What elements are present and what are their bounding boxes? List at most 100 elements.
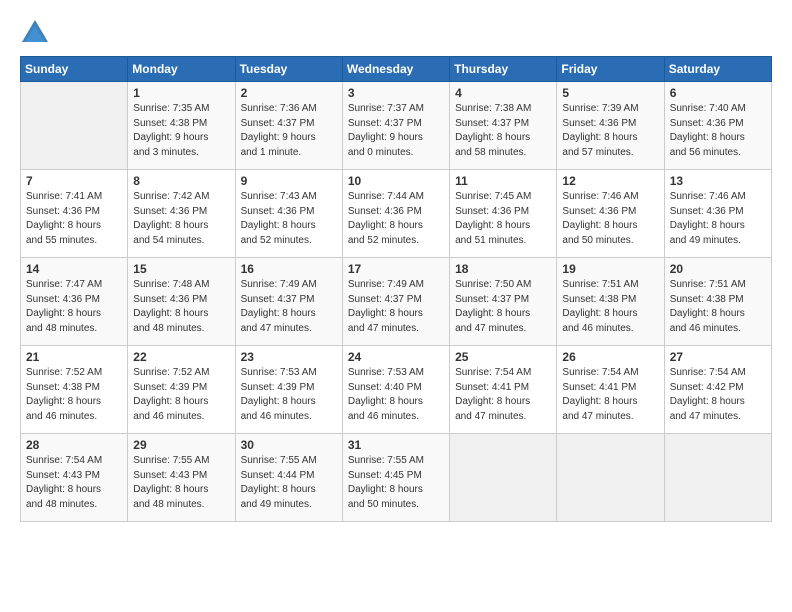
calendar-cell (450, 434, 557, 522)
day-number: 17 (348, 262, 444, 276)
day-number: 19 (562, 262, 658, 276)
calendar-cell (557, 434, 664, 522)
calendar-week-row: 7 Sunrise: 7:41 AM Sunset: 4:36 PM Daylig… (21, 170, 772, 258)
calendar-cell: 25 Sunrise: 7:54 AM Sunset: 4:41 PM Dayli… (450, 346, 557, 434)
calendar-cell: 28Sunrise: 7:54 AM Sunset: 4:43 PM Dayli… (21, 434, 128, 522)
calendar-week-row: 1Sunrise: 7:35 AM Sunset: 4:38 PM Daylig… (21, 82, 772, 170)
weekday-header-sunday: Sunday (21, 57, 128, 82)
weekday-header-friday: Friday (557, 57, 664, 82)
day-number: 3 (348, 86, 444, 100)
day-number: 15 (133, 262, 229, 276)
day-info: Sunrise: 7:46 AM Sunset: 4:36 PM Dayligh… (562, 190, 658, 248)
day-number: 20 (670, 262, 766, 276)
day-number: 8 (133, 174, 229, 188)
day-number: 28 (26, 438, 122, 452)
calendar-cell: 8 Sunrise: 7:42 AM Sunset: 4:36 PM Daylig… (128, 170, 235, 258)
day-number: 2 (241, 86, 337, 100)
calendar-week-row: 28Sunrise: 7:54 AM Sunset: 4:43 PM Dayli… (21, 434, 772, 522)
calendar-cell: 7 Sunrise: 7:41 AM Sunset: 4:36 PM Daylig… (21, 170, 128, 258)
calendar-cell: 29Sunrise: 7:55 AM Sunset: 4:43 PM Dayli… (128, 434, 235, 522)
calendar-cell: 23 Sunrise: 7:53 AM Sunset: 4:39 PM Dayli… (235, 346, 342, 434)
calendar-cell: 6Sunrise: 7:40 AM Sunset: 4:36 PM Daylig… (664, 82, 771, 170)
day-info: Sunrise: 7:39 AM Sunset: 4:36 PM Dayligh… (562, 102, 658, 160)
day-info: Sunrise: 7:45 AM Sunset: 4:36 PM Dayligh… (455, 190, 551, 248)
weekday-header-tuesday: Tuesday (235, 57, 342, 82)
day-info: Sunrise: 7:41 AM Sunset: 4:36 PM Dayligh… (26, 190, 122, 248)
day-info: Sunrise: 7:53 AM Sunset: 4:40 PM Dayligh… (348, 366, 444, 424)
day-number: 21 (26, 350, 122, 364)
calendar-cell: 3 Sunrise: 7:37 AM Sunset: 4:37 PM Daylig… (342, 82, 449, 170)
day-info: Sunrise: 7:54 AM Sunset: 4:41 PM Dayligh… (562, 366, 658, 424)
calendar-cell: 27 Sunrise: 7:54 AM Sunset: 4:42 PM Dayli… (664, 346, 771, 434)
day-number: 16 (241, 262, 337, 276)
calendar-cell: 10Sunrise: 7:44 AM Sunset: 4:36 PM Dayli… (342, 170, 449, 258)
day-number: 11 (455, 174, 551, 188)
calendar-cell (21, 82, 128, 170)
calendar-cell: 15Sunrise: 7:48 AM Sunset: 4:36 PM Dayli… (128, 258, 235, 346)
day-number: 13 (670, 174, 766, 188)
day-number: 27 (670, 350, 766, 364)
weekday-header-monday: Monday (128, 57, 235, 82)
calendar-cell: 5Sunrise: 7:39 AM Sunset: 4:36 PM Daylig… (557, 82, 664, 170)
calendar-cell: 2 Sunrise: 7:36 AM Sunset: 4:37 PM Daylig… (235, 82, 342, 170)
header (20, 18, 772, 46)
calendar-cell: 19 Sunrise: 7:51 AM Sunset: 4:38 PM Dayli… (557, 258, 664, 346)
calendar-cell: 17 Sunrise: 7:49 AM Sunset: 4:37 PM Dayli… (342, 258, 449, 346)
day-number: 14 (26, 262, 122, 276)
calendar-cell: 22 Sunrise: 7:52 AM Sunset: 4:39 PM Dayli… (128, 346, 235, 434)
calendar-cell: 31 Sunrise: 7:55 AM Sunset: 4:45 PM Dayli… (342, 434, 449, 522)
weekday-header-thursday: Thursday (450, 57, 557, 82)
calendar-cell (664, 434, 771, 522)
weekday-header-row: SundayMondayTuesdayWednesdayThursdayFrid… (21, 57, 772, 82)
calendar-cell: 14 Sunrise: 7:47 AM Sunset: 4:36 PM Dayli… (21, 258, 128, 346)
day-info: Sunrise: 7:40 AM Sunset: 4:36 PM Dayligh… (670, 102, 766, 160)
day-info: Sunrise: 7:49 AM Sunset: 4:37 PM Dayligh… (241, 278, 337, 336)
calendar-week-row: 14 Sunrise: 7:47 AM Sunset: 4:36 PM Dayli… (21, 258, 772, 346)
day-info: Sunrise: 7:43 AM Sunset: 4:36 PM Dayligh… (241, 190, 337, 248)
calendar-cell: 16 Sunrise: 7:49 AM Sunset: 4:37 PM Dayli… (235, 258, 342, 346)
day-info: Sunrise: 7:53 AM Sunset: 4:39 PM Dayligh… (241, 366, 337, 424)
day-info: Sunrise: 7:51 AM Sunset: 4:38 PM Dayligh… (670, 278, 766, 336)
calendar-cell: 21 Sunrise: 7:52 AM Sunset: 4:38 PM Dayli… (21, 346, 128, 434)
calendar-cell: 4 Sunrise: 7:38 AM Sunset: 4:37 PM Daylig… (450, 82, 557, 170)
day-info: Sunrise: 7:49 AM Sunset: 4:37 PM Dayligh… (348, 278, 444, 336)
day-info: Sunrise: 7:55 AM Sunset: 4:45 PM Dayligh… (348, 454, 444, 512)
day-info: Sunrise: 7:55 AM Sunset: 4:44 PM Dayligh… (241, 454, 337, 512)
weekday-header-wednesday: Wednesday (342, 57, 449, 82)
logo (20, 18, 54, 46)
day-number: 30 (241, 438, 337, 452)
calendar-table: SundayMondayTuesdayWednesdayThursdayFrid… (20, 56, 772, 522)
day-number: 24 (348, 350, 444, 364)
day-info: Sunrise: 7:46 AM Sunset: 4:36 PM Dayligh… (670, 190, 766, 248)
day-number: 26 (562, 350, 658, 364)
day-number: 25 (455, 350, 551, 364)
day-info: Sunrise: 7:44 AM Sunset: 4:36 PM Dayligh… (348, 190, 444, 248)
day-number: 31 (348, 438, 444, 452)
day-number: 23 (241, 350, 337, 364)
day-info: Sunrise: 7:37 AM Sunset: 4:37 PM Dayligh… (348, 102, 444, 160)
calendar-cell: 30 Sunrise: 7:55 AM Sunset: 4:44 PM Dayli… (235, 434, 342, 522)
day-number: 12 (562, 174, 658, 188)
day-info: Sunrise: 7:47 AM Sunset: 4:36 PM Dayligh… (26, 278, 122, 336)
day-info: Sunrise: 7:35 AM Sunset: 4:38 PM Dayligh… (133, 102, 229, 160)
day-number: 18 (455, 262, 551, 276)
day-number: 7 (26, 174, 122, 188)
page: SundayMondayTuesdayWednesdayThursdayFrid… (0, 0, 792, 612)
day-info: Sunrise: 7:54 AM Sunset: 4:42 PM Dayligh… (670, 366, 766, 424)
day-number: 22 (133, 350, 229, 364)
day-info: Sunrise: 7:38 AM Sunset: 4:37 PM Dayligh… (455, 102, 551, 160)
day-number: 4 (455, 86, 551, 100)
calendar-cell: 18Sunrise: 7:50 AM Sunset: 4:37 PM Dayli… (450, 258, 557, 346)
day-number: 9 (241, 174, 337, 188)
calendar-cell: 26 Sunrise: 7:54 AM Sunset: 4:41 PM Dayli… (557, 346, 664, 434)
day-info: Sunrise: 7:54 AM Sunset: 4:41 PM Dayligh… (455, 366, 551, 424)
day-info: Sunrise: 7:52 AM Sunset: 4:38 PM Dayligh… (26, 366, 122, 424)
day-info: Sunrise: 7:36 AM Sunset: 4:37 PM Dayligh… (241, 102, 337, 160)
day-info: Sunrise: 7:52 AM Sunset: 4:39 PM Dayligh… (133, 366, 229, 424)
day-info: Sunrise: 7:42 AM Sunset: 4:36 PM Dayligh… (133, 190, 229, 248)
day-info: Sunrise: 7:55 AM Sunset: 4:43 PM Dayligh… (133, 454, 229, 512)
day-info: Sunrise: 7:51 AM Sunset: 4:38 PM Dayligh… (562, 278, 658, 336)
calendar-cell: 24 Sunrise: 7:53 AM Sunset: 4:40 PM Dayli… (342, 346, 449, 434)
calendar-cell: 20 Sunrise: 7:51 AM Sunset: 4:38 PM Dayli… (664, 258, 771, 346)
logo-icon (20, 18, 50, 46)
